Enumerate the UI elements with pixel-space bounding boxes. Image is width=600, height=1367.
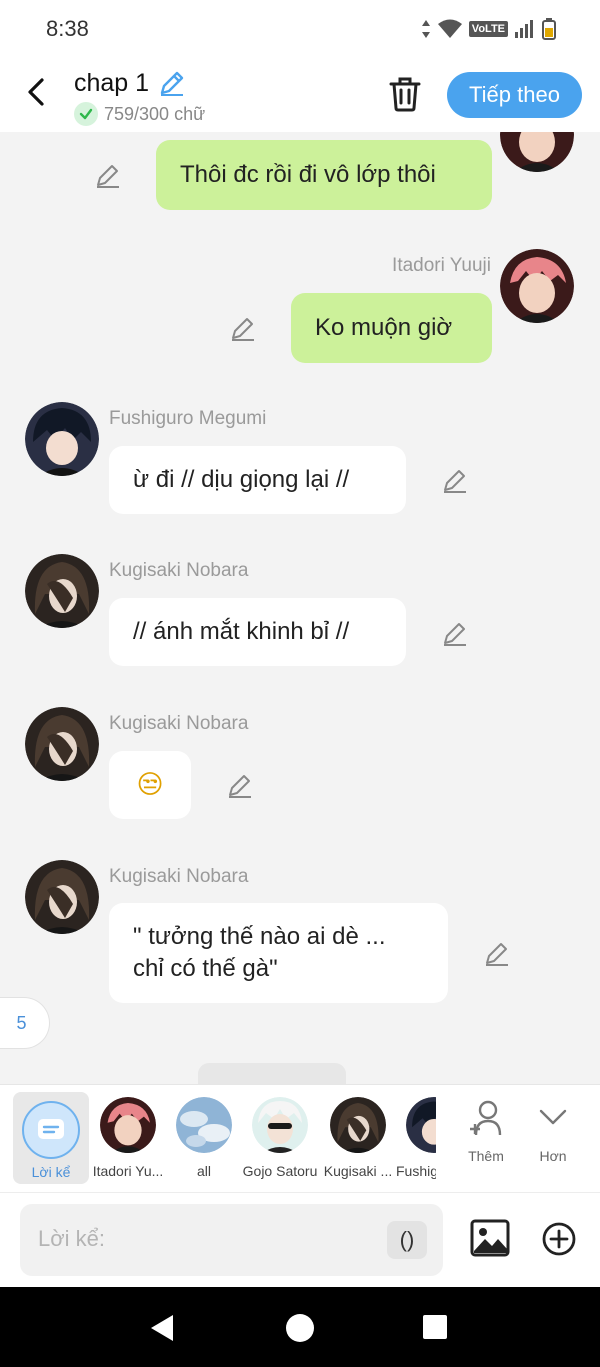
avatar-itadori	[500, 249, 574, 323]
character-label: Kugisaki ...	[323, 1163, 393, 1179]
chat-area[interactable]: Thôi đc rồi đi vô lớp thôi Itadori Yuuji…	[0, 132, 600, 1084]
input-placeholder: Lời kể:	[38, 1226, 106, 1251]
nav-home-icon[interactable]	[285, 1313, 315, 1343]
add-character-button[interactable]: Thêm	[456, 1099, 516, 1164]
parenthesis-button[interactable]: ()	[387, 1221, 427, 1259]
avatar-kugisaki	[25, 707, 99, 781]
message-bubble[interactable]: 😒	[109, 751, 191, 819]
navigation-bar	[0, 1287, 600, 1367]
nav-recents-icon[interactable]	[422, 1314, 448, 1340]
status-time: 8:38	[46, 16, 89, 41]
trash-icon[interactable]	[388, 76, 422, 112]
edit-message-icon[interactable]	[229, 314, 257, 342]
add-person-icon	[470, 1100, 502, 1136]
avatar-kugisaki	[25, 554, 99, 628]
status-icons: VoLTE	[421, 18, 556, 40]
character-kugisaki[interactable]: Kugisaki ...	[320, 1097, 396, 1179]
app-header: chap 1 759/300 chữ Tiếp theo	[0, 60, 600, 132]
character-fushiguro[interactable]: Fushig	[396, 1097, 436, 1179]
data-arrows-icon	[421, 20, 430, 38]
character-label: Gojo Satoru	[242, 1163, 318, 1179]
volte-badge: VoLTE	[468, 21, 508, 37]
sender-name: Kugisaki Nobara	[109, 560, 249, 581]
message-bubble[interactable]: Thôi đc rồi đi vô lớp thôi	[156, 140, 492, 210]
message-text: ừ đi // dịu giọng lại //	[133, 466, 350, 493]
edit-message-icon[interactable]	[441, 466, 469, 494]
status-bar: 8:38 VoLTE	[0, 0, 600, 60]
character-avatar	[406, 1097, 436, 1153]
edit-message-icon[interactable]	[483, 939, 511, 967]
message-bubble[interactable]: Ko muộn giờ	[291, 293, 492, 363]
sender-name: Itadori Yuuji	[392, 255, 491, 276]
message-bubble[interactable]: // ánh mắt khinh bỉ //	[109, 598, 406, 666]
narrator-label: Lời kể	[31, 1164, 71, 1180]
sender-name: Kugisaki Nobara	[109, 713, 249, 734]
edit-message-icon[interactable]	[441, 619, 469, 647]
sender-name: Kugisaki Nobara	[109, 866, 249, 887]
battery-icon	[542, 18, 556, 40]
avatar-itadori	[500, 132, 574, 172]
signal-icon	[515, 20, 533, 38]
message-text-line: " tưởng thế nào ai dè ...	[133, 923, 386, 950]
avatar-fushiguro	[25, 402, 99, 476]
character-gojo[interactable]: Gojo Satoru	[242, 1097, 318, 1179]
message-text: Ko muộn giờ	[315, 314, 453, 341]
edit-message-icon[interactable]	[226, 771, 254, 799]
next-button[interactable]: Tiếp theo	[447, 72, 582, 118]
message-bubble[interactable]: " tưởng thế nào ai dè ... chỉ có thế gà"	[109, 903, 448, 1003]
message-input[interactable]: Lời kể: ()	[20, 1204, 443, 1276]
expand-label: Hơn	[539, 1148, 567, 1164]
word-count: 759/300 chữ	[104, 103, 206, 124]
drag-handle[interactable]	[198, 1063, 346, 1085]
input-bar: Lời kể: ()	[0, 1193, 600, 1287]
message-text: // ánh mắt khinh bỉ //	[133, 618, 350, 645]
chapter-title[interactable]: chap 1	[74, 69, 149, 98]
page-badge[interactable]: 5	[0, 997, 50, 1049]
character-bar: Lời kể Itadori Yu... all Gojo Satoru Kug…	[0, 1084, 600, 1193]
character-itadori[interactable]: Itadori Yu...	[90, 1097, 166, 1179]
add-character-label: Thêm	[468, 1148, 504, 1164]
add-icon[interactable]	[541, 1221, 577, 1257]
edit-message-icon[interactable]	[94, 161, 122, 189]
wifi-icon	[437, 19, 462, 38]
character-label: Fushig	[396, 1163, 436, 1179]
nav-back-icon[interactable]	[147, 1313, 177, 1343]
image-icon[interactable]	[470, 1219, 510, 1257]
message-text-line: chỉ có thế gà"	[133, 955, 278, 982]
character-avatar	[252, 1097, 308, 1153]
character-label: all	[196, 1163, 211, 1179]
avatar-kugisaki	[25, 860, 99, 934]
back-arrow-icon[interactable]	[22, 74, 52, 110]
character-label: Itadori Yu...	[92, 1163, 164, 1179]
narrator-tab[interactable]: Lời kể	[13, 1092, 89, 1184]
edit-title-icon[interactable]	[157, 68, 187, 98]
check-icon	[74, 102, 98, 126]
expand-characters-button[interactable]: Hơn	[523, 1099, 583, 1164]
chevron-down-icon	[539, 1109, 567, 1125]
character-avatar	[330, 1097, 386, 1153]
message-emoji: 😒	[136, 770, 164, 800]
character-avatar	[100, 1097, 156, 1153]
sender-name: Fushiguro Megumi	[109, 408, 267, 429]
narrator-icon	[22, 1101, 80, 1159]
character-avatar	[176, 1097, 232, 1153]
message-text: Thôi đc rồi đi vô lớp thôi	[180, 161, 436, 188]
message-bubble[interactable]: ừ đi // dịu giọng lại //	[109, 446, 406, 514]
title-block: chap 1 759/300 chữ	[74, 68, 205, 126]
character-all[interactable]: all	[166, 1097, 242, 1179]
